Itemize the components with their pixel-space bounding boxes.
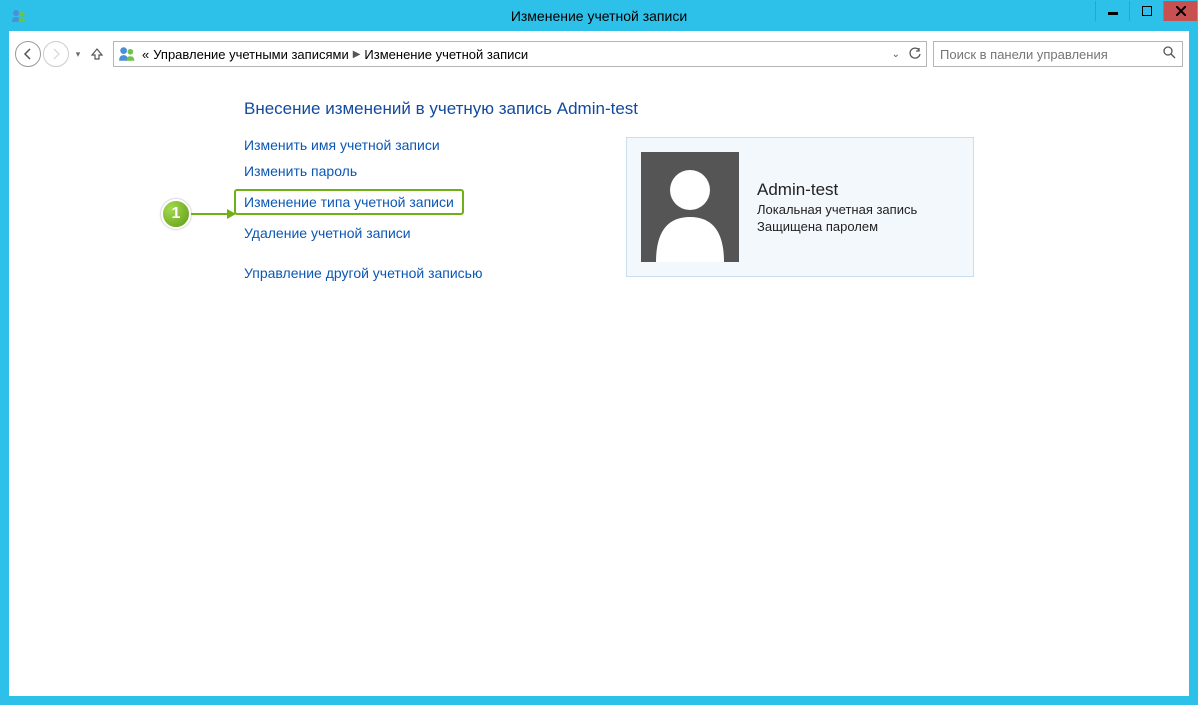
window-frame: Изменение учетной записи ▾ (0, 0, 1198, 705)
user-info: Admin-test Локальная учетная запись Защи… (757, 180, 917, 234)
user-account-type: Локальная учетная запись (757, 202, 917, 217)
user-name: Admin-test (757, 180, 917, 200)
refresh-icon[interactable] (908, 46, 922, 63)
chevron-right-icon: ▶ (353, 49, 361, 60)
link-delete-account[interactable]: Удаление учетной записи (244, 225, 411, 241)
breadcrumb-prefix: « (142, 47, 149, 62)
annotation-number: 1 (161, 199, 191, 229)
maximize-button[interactable] (1129, 1, 1163, 21)
annotation-callout: 1 (161, 199, 236, 229)
page-heading: Внесение изменений в учетную запись Admi… (244, 99, 1189, 119)
search-icon[interactable] (1163, 46, 1176, 62)
address-bar[interactable]: « Управление учетными записями ▶ Изменен… (113, 41, 927, 67)
user-card: Admin-test Локальная учетная запись Защи… (626, 137, 974, 277)
annotation-arrow-line (191, 213, 227, 215)
avatar (641, 152, 739, 262)
link-change-password[interactable]: Изменить пароль (244, 163, 357, 179)
user-accounts-icon (118, 45, 136, 63)
breadcrumb-item-1[interactable]: Управление учетными записями (153, 47, 348, 62)
breadcrumb-item-2[interactable]: Изменение учетной записи (364, 47, 528, 62)
history-dropdown-icon[interactable]: ▾ (71, 49, 85, 60)
close-button[interactable] (1163, 1, 1197, 21)
link-manage-other-account[interactable]: Управление другой учетной записью (244, 265, 482, 281)
nav-toolbar: ▾ « Управление учетными записями ▶ (9, 37, 1189, 71)
search-input[interactable] (940, 47, 1163, 62)
breadcrumb[interactable]: « Управление учетными записями ▶ Изменен… (142, 47, 528, 62)
back-button[interactable] (15, 41, 41, 67)
link-rename-account[interactable]: Изменить имя учетной записи (244, 137, 440, 153)
up-button[interactable] (87, 47, 107, 61)
client-area: ▾ « Управление учетными записями ▶ (9, 31, 1189, 696)
titlebar[interactable]: Изменение учетной записи (1, 1, 1197, 31)
search-box[interactable] (933, 41, 1183, 67)
window-title: Изменение учетной записи (1, 8, 1197, 24)
minimize-button[interactable] (1095, 1, 1129, 21)
content-area: Внесение изменений в учетную запись Admi… (9, 71, 1189, 696)
window-controls (1095, 1, 1197, 21)
address-dropdown-icon[interactable]: ⌄ (892, 49, 900, 60)
user-password-status: Защищена паролем (757, 219, 917, 234)
forward-button[interactable] (43, 41, 69, 67)
annotation-arrow-head (227, 209, 236, 219)
link-change-account-type[interactable]: Изменение типа учетной записи (234, 189, 464, 215)
